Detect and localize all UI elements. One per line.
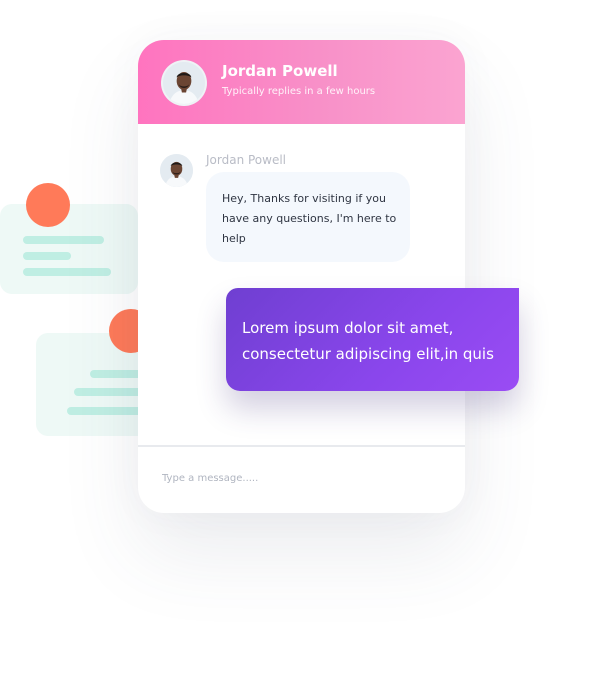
contact-name: Jordan Powell: [222, 62, 338, 80]
decorative-line: [23, 268, 111, 276]
decorative-line: [23, 252, 71, 260]
decorative-line: [23, 236, 104, 244]
message-input[interactable]: [162, 473, 442, 484]
person-avatar-icon: [160, 154, 193, 187]
message-sender-name: Jordan Powell: [206, 153, 287, 167]
chat-header: Jordan Powell Typically replies in a few…: [138, 40, 465, 124]
person-avatar-icon: [161, 60, 207, 106]
chat-widget: Jordan Powell Typically replies in a few…: [138, 40, 465, 513]
contact-status: Typically replies in a few hours: [222, 86, 376, 97]
outgoing-message-bubble: Lorem ipsum dolor sit amet, consectetur …: [226, 288, 519, 391]
decorative-dot: [26, 183, 70, 227]
decorative-card-back: [0, 204, 138, 294]
composer-divider: [138, 445, 465, 447]
incoming-message-bubble: Hey, Thanks for visiting if you have any…: [206, 172, 410, 262]
